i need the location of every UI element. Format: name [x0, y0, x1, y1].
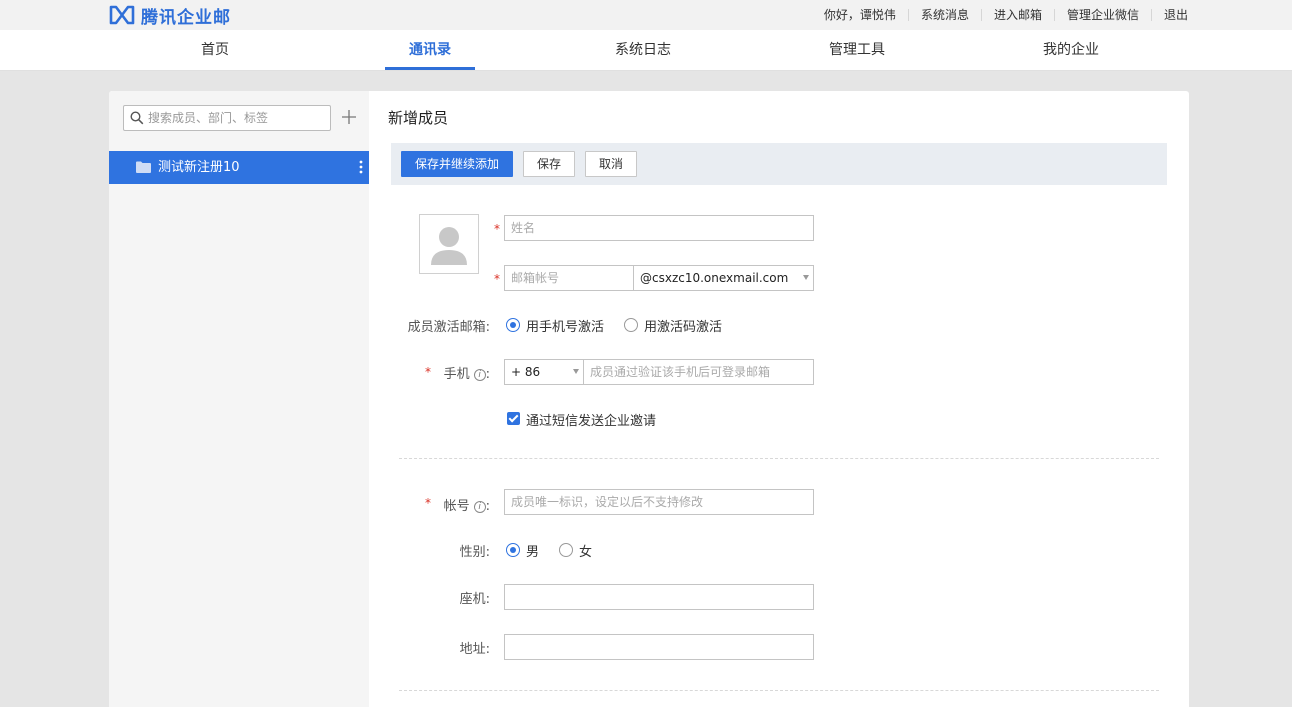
add-icon[interactable] [341, 109, 357, 125]
greeting: 你好，谭悦伟 [823, 8, 896, 22]
org-sidebar: 测试新注册10 [109, 91, 369, 707]
landline-input[interactable] [505, 585, 813, 609]
save-and-continue-button[interactable]: 保存并继续添加 [401, 151, 513, 177]
section-divider [399, 690, 1159, 691]
country-code-select[interactable]: + 86 [504, 359, 584, 385]
nav-active-indicator [385, 67, 475, 70]
chevron-down-icon [573, 369, 579, 374]
system-messages-link[interactable]: 系统消息 [907, 9, 981, 21]
gender-male-radio[interactable] [506, 543, 520, 557]
account-input[interactable] [505, 490, 813, 514]
save-button[interactable]: 保存 [523, 151, 575, 177]
landline-field[interactable] [504, 584, 814, 610]
page-title: 新增成员 [388, 109, 449, 127]
phone-label: 手机 i: [437, 363, 490, 382]
manage-wecom-link[interactable]: 管理企业微信 [1053, 9, 1151, 21]
nav-system-log[interactable]: 系统日志 [598, 30, 688, 71]
nav-contacts[interactable]: 通讯录 [385, 30, 475, 71]
department-label: 测试新注册10 [158, 160, 240, 175]
account-label-text: 帐号 [443, 499, 470, 514]
enter-mailbox-link[interactable]: 进入邮箱 [980, 9, 1054, 21]
phone-label-colon: : [485, 367, 490, 382]
account-field[interactable] [504, 489, 814, 515]
required-marker: * [494, 222, 500, 236]
main-nav: 首页 通讯录 系统日志 管理工具 我的企业 [0, 30, 1292, 71]
gender-label: 性别: [459, 545, 490, 560]
required-marker: * [425, 496, 431, 510]
search-box[interactable] [123, 105, 331, 131]
activation-label: 成员激活邮箱: [407, 320, 490, 335]
top-bar: 腾讯企业邮 你好，谭悦伟 系统消息 进入邮箱 管理企业微信 退出 [0, 0, 1292, 30]
gender-female-radio[interactable] [559, 543, 573, 557]
name-input[interactable] [505, 216, 813, 240]
cancel-button[interactable]: 取消 [585, 151, 637, 177]
phone-label-text: 手机 [443, 367, 470, 382]
email-domain-select[interactable]: @csxzc10.onexmail.com [633, 265, 814, 291]
sidebar-item-department[interactable]: 测试新注册10 [109, 151, 369, 184]
address-field[interactable] [504, 634, 814, 660]
email-domain-value: @csxzc10.onexmail.com [640, 271, 789, 285]
add-member-form: 新增成员 保存并继续添加 保存 取消 * * @csxzc10.onexmail… [369, 91, 1189, 707]
sms-invite-label[interactable]: 通过短信发送企业邀请 [526, 410, 656, 429]
activation-code-label[interactable]: 用激活码激活 [644, 316, 722, 335]
more-vertical-icon[interactable] [359, 160, 363, 174]
nav-management-tools[interactable]: 管理工具 [812, 30, 902, 71]
section-divider [399, 458, 1159, 459]
account-label: 帐号 i: [437, 495, 490, 514]
address-input[interactable] [505, 635, 813, 659]
activation-phone-label[interactable]: 用手机号激活 [526, 316, 604, 335]
folder-icon [136, 161, 151, 173]
logout-link[interactable]: 退出 [1150, 9, 1188, 21]
top-links: 你好，谭悦伟 系统消息 进入邮箱 管理企业微信 退出 [812, 0, 1188, 30]
avatar-upload[interactable] [419, 214, 479, 274]
brand-icon [109, 5, 135, 25]
required-marker: * [494, 272, 500, 286]
email-account-input[interactable] [505, 266, 633, 290]
content-panel: 测试新注册10 新增成员 保存并继续添加 保存 取消 * [109, 91, 1189, 707]
nav-home[interactable]: 首页 [175, 30, 255, 71]
info-icon[interactable]: i [473, 500, 486, 513]
name-field[interactable] [504, 215, 814, 241]
country-code-value: + 86 [511, 365, 541, 379]
form-toolbar: 保存并继续添加 保存 取消 [391, 143, 1167, 185]
address-label: 地址: [459, 642, 490, 657]
activation-phone-radio[interactable] [506, 318, 520, 332]
nav-my-enterprise[interactable]: 我的企业 [1026, 30, 1116, 71]
sms-invite-checkbox[interactable] [507, 412, 520, 425]
gender-male-label[interactable]: 男 [526, 541, 539, 560]
gender-female-label[interactable]: 女 [579, 541, 592, 560]
required-marker: * [425, 365, 431, 379]
brand-logo[interactable]: 腾讯企业邮 [109, 4, 231, 28]
account-label-colon: : [485, 499, 490, 514]
brand-name: 腾讯企业邮 [141, 7, 231, 28]
phone-field[interactable] [583, 359, 814, 385]
chevron-down-icon [803, 275, 809, 280]
info-icon[interactable]: i [473, 368, 486, 381]
activation-code-radio[interactable] [624, 318, 638, 332]
email-account-field[interactable] [504, 265, 634, 291]
phone-input[interactable] [584, 360, 813, 384]
avatar-placeholder-icon [431, 227, 467, 265]
search-input[interactable] [148, 106, 328, 130]
search-icon [130, 111, 144, 125]
landline-label: 座机: [459, 592, 490, 607]
